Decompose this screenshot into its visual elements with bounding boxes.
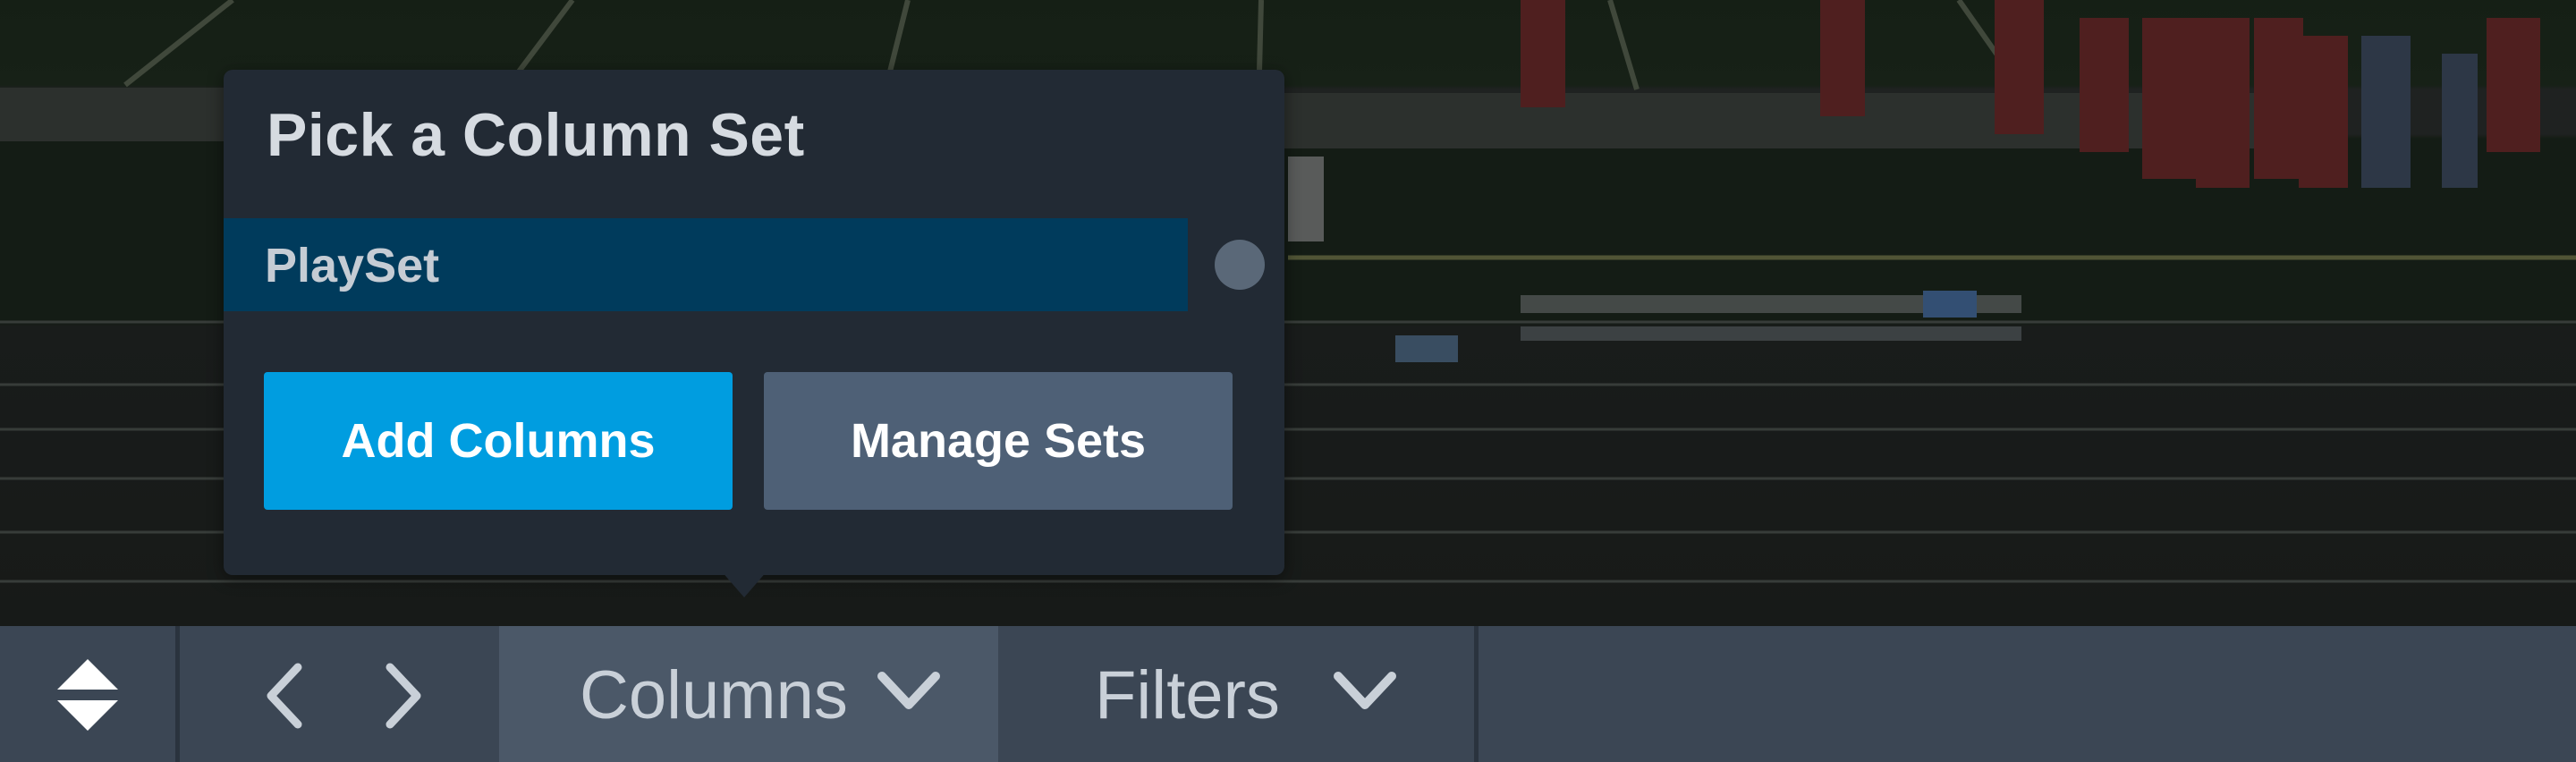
filters-tab-label: Filters [1095,657,1280,733]
previous-button[interactable] [255,626,318,762]
chevron-left-icon [267,663,302,729]
chevron-down-icon [1334,672,1396,709]
toolbar-divider [1474,626,1479,762]
filters-tab[interactable]: Filters [998,626,1474,762]
manage-sets-button[interactable]: Manage Sets [764,372,1233,510]
column-set-label: PlaySet [265,239,440,292]
chevron-down-icon [877,672,940,709]
columns-tab-label: Columns [580,657,848,733]
popover-caret [721,571,767,597]
sort-toggle-button[interactable] [0,626,175,762]
columns-tab[interactable]: Columns [499,626,998,762]
sort-up-down-icon [57,659,118,731]
bottom-toolbar: Columns Filters [0,626,2576,762]
column-set-popover: Pick a Column Set PlaySet Add Columns Ma… [224,70,1284,575]
column-set-radio[interactable] [1215,240,1265,290]
popover-title: Pick a Column Set [267,101,805,169]
toolbar-divider [175,626,180,762]
next-button[interactable] [374,626,436,762]
chevron-right-icon [386,663,421,729]
column-set-item-playset[interactable]: PlaySet [224,218,1188,311]
add-columns-button[interactable]: Add Columns [264,372,733,510]
